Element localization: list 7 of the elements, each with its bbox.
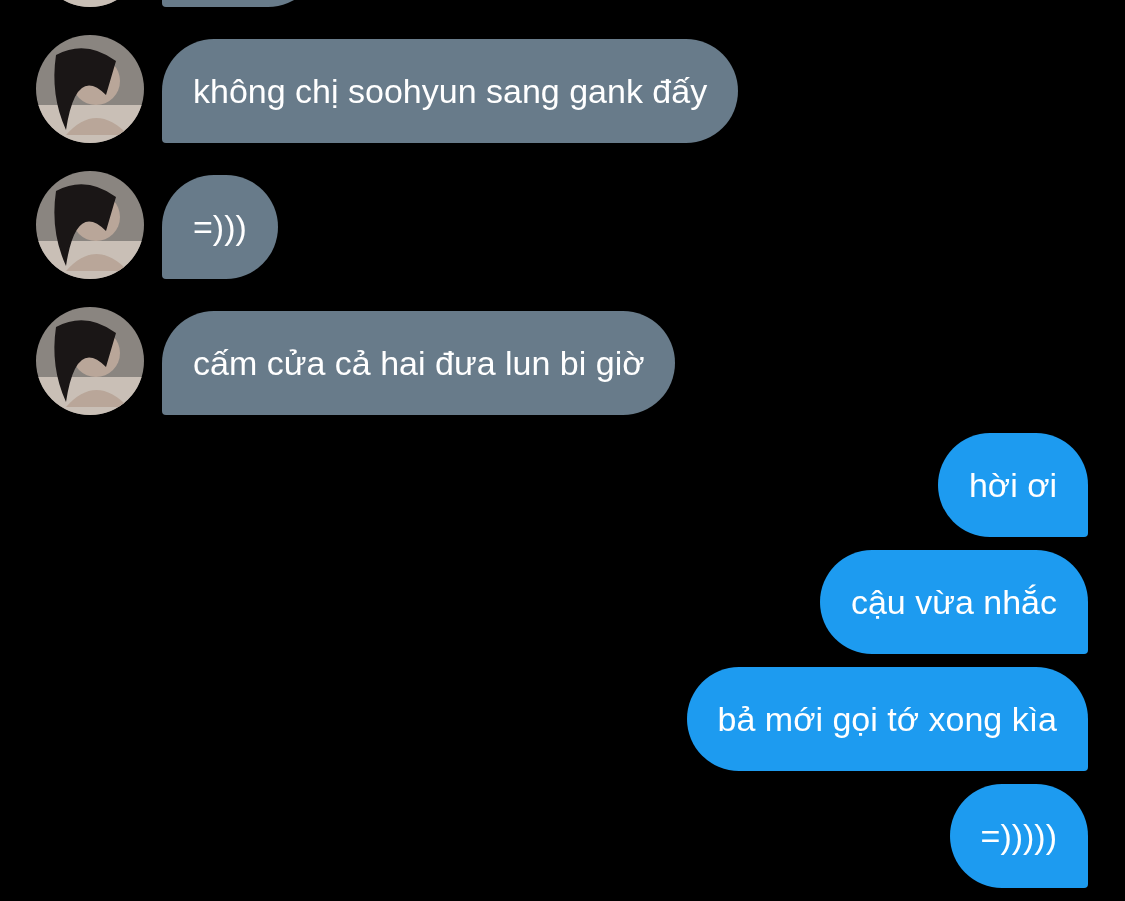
message-bubble: =))) xyxy=(162,175,278,279)
message-bubble: cậu vừa nhắc xyxy=(819,550,1088,654)
message-bubble: cấm cửa cả hai đưa lun bi giờ xyxy=(162,311,676,415)
message-bubble: bả mới gọi tớ xong kìa xyxy=(686,667,1088,771)
message-bubble: =))))) xyxy=(949,784,1088,888)
message-bubble: hời ơi xyxy=(937,433,1088,537)
message-bubble: không chị soohyun sang gank đấy xyxy=(162,39,739,143)
